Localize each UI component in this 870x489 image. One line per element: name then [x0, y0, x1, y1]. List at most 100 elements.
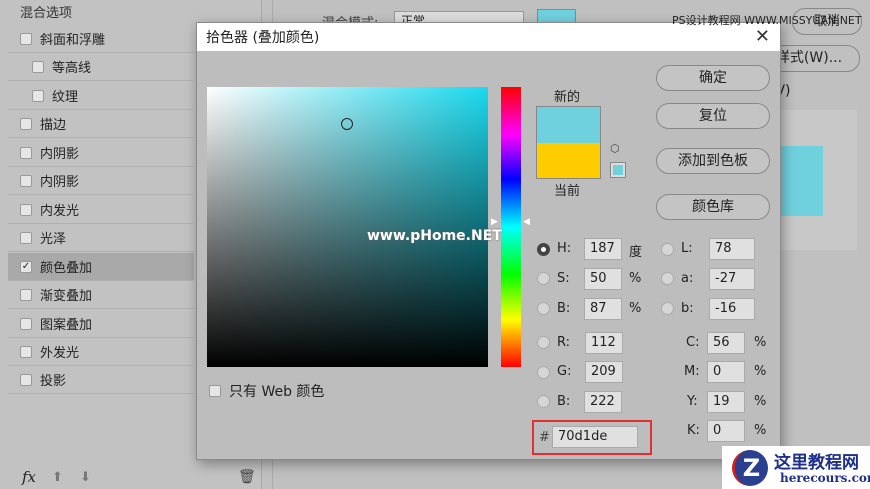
move-down-icon[interactable]: ⬇: [80, 470, 91, 485]
style-checkbox[interactable]: [20, 32, 32, 45]
style-checkbox[interactable]: ✓: [20, 260, 32, 273]
style-checkbox[interactable]: [20, 231, 32, 244]
style-item-label: 投影: [40, 374, 67, 389]
move-up-icon[interactable]: ⬆: [52, 470, 63, 485]
style-item[interactable]: 描边: [8, 110, 194, 138]
percent-unit: %: [754, 394, 767, 409]
style-item[interactable]: 投影: [8, 366, 194, 394]
style-item-label: 内阴影: [40, 147, 80, 162]
style-checkbox[interactable]: [20, 174, 32, 187]
style-checkbox[interactable]: [20, 345, 32, 358]
new-label: 新的: [554, 90, 581, 105]
style-checkbox[interactable]: [20, 288, 32, 301]
style-item-label: 纹理: [52, 90, 79, 105]
style-item-label: 外发光: [40, 346, 80, 361]
reset-button[interactable]: 复位: [656, 103, 770, 129]
s-radio[interactable]: [537, 272, 550, 285]
hue-slider-handle-left[interactable]: ▶: [491, 217, 498, 227]
s-input[interactable]: 50: [584, 268, 622, 290]
percent-unit: %: [629, 301, 642, 316]
c-input[interactable]: 56: [707, 332, 745, 354]
style-item[interactable]: 内阴影: [8, 167, 194, 195]
percent-unit: %: [629, 271, 642, 286]
watermark-top: PS设计教程网 WWW.MISSYUAN.NET: [672, 14, 862, 27]
style-item[interactable]: 内发光: [8, 196, 194, 224]
style-item-label: 斜面和浮雕: [40, 33, 106, 48]
blue-input[interactable]: 222: [584, 391, 622, 413]
hash-label: #: [539, 430, 550, 445]
blending-options-label[interactable]: 混合选项: [20, 2, 72, 21]
a-radio[interactable]: [661, 272, 674, 285]
style-item[interactable]: ✓ 颜色叠加: [8, 253, 194, 281]
g-radio[interactable]: [537, 366, 550, 379]
fx-button[interactable]: fx: [22, 468, 36, 486]
hue-slider[interactable]: [501, 87, 521, 367]
style-item-label: 图案叠加: [40, 318, 93, 333]
style-item[interactable]: 内阴影: [8, 139, 194, 167]
trash-icon[interactable]: 🗑: [238, 469, 256, 485]
color-libraries-button[interactable]: 颜色库: [656, 194, 770, 220]
c-label: C:: [686, 335, 700, 350]
m-input[interactable]: 0: [707, 361, 745, 383]
style-checkbox[interactable]: [32, 60, 44, 73]
color-cursor[interactable]: [341, 118, 353, 130]
style-item[interactable]: 外发光: [8, 338, 194, 366]
style-checkbox[interactable]: [20, 203, 32, 216]
close-icon[interactable]: ✕: [755, 26, 770, 47]
a-input[interactable]: -27: [709, 268, 755, 290]
style-checkbox[interactable]: [32, 89, 44, 102]
percent-unit: %: [754, 364, 767, 379]
r-input[interactable]: 112: [585, 332, 623, 354]
degree-unit: 度: [629, 245, 643, 260]
g-input[interactable]: 209: [585, 361, 623, 383]
style-checkbox[interactable]: [20, 117, 32, 130]
color-field[interactable]: [207, 87, 488, 367]
style-item[interactable]: 图案叠加: [8, 310, 194, 338]
k-input[interactable]: 0: [707, 420, 745, 442]
brightness-input[interactable]: 87: [584, 298, 622, 320]
style-item-label: 颜色叠加: [40, 261, 93, 276]
g-label: G:: [557, 364, 572, 379]
r-radio[interactable]: [537, 336, 550, 349]
y-input[interactable]: 19: [707, 391, 745, 413]
ok-button[interactable]: 确定: [656, 65, 770, 91]
style-item-label: 等高线: [52, 61, 92, 76]
web-safe-swatch[interactable]: [610, 162, 626, 178]
m-label: M:: [684, 364, 700, 379]
gamut-cube-icon[interactable]: ⬡: [610, 142, 620, 155]
preview-thumbnail: [781, 146, 823, 216]
a-label: a:: [681, 271, 694, 286]
percent-unit: %: [754, 335, 767, 350]
l-input[interactable]: 78: [709, 238, 755, 260]
current-label: 当前: [554, 184, 581, 199]
web-only-checkbox[interactable]: 只有 Web 颜色: [209, 381, 324, 401]
hue-slider-handle-right[interactable]: ◀: [523, 217, 530, 227]
style-item[interactable]: 光泽: [8, 224, 194, 252]
style-item-label: 渐变叠加: [40, 289, 93, 304]
lab-b-input[interactable]: -16: [709, 298, 755, 320]
style-checkbox[interactable]: [20, 373, 32, 386]
s-label: S:: [557, 271, 570, 286]
style-item[interactable]: 纹理: [8, 82, 194, 110]
style-item-label: 描边: [40, 118, 67, 133]
watermark-center: www.pHome.NET: [367, 228, 502, 244]
hex-input[interactable]: 70d1de: [552, 426, 638, 448]
r-label: R:: [557, 335, 571, 350]
l-radio[interactable]: [661, 243, 674, 256]
style-item[interactable]: 斜面和浮雕: [8, 25, 194, 53]
current-color-swatch[interactable]: [536, 143, 601, 179]
dialog-title: 拾色器 (叠加颜色): [206, 30, 320, 46]
style-checkbox[interactable]: [20, 146, 32, 159]
add-to-swatches-button[interactable]: 添加到色板: [656, 148, 770, 174]
lab-b-radio[interactable]: [661, 302, 674, 315]
style-item-label: 内发光: [40, 204, 80, 219]
style-item[interactable]: 等高线: [8, 53, 194, 81]
style-item[interactable]: 渐变叠加: [8, 281, 194, 309]
k-label: K:: [687, 423, 700, 438]
h-input[interactable]: 187: [584, 238, 622, 260]
blue-radio[interactable]: [537, 395, 550, 408]
h-radio[interactable]: [537, 243, 550, 256]
y-label: Y:: [687, 394, 698, 409]
b-radio[interactable]: [537, 302, 550, 315]
style-checkbox[interactable]: [20, 317, 32, 330]
